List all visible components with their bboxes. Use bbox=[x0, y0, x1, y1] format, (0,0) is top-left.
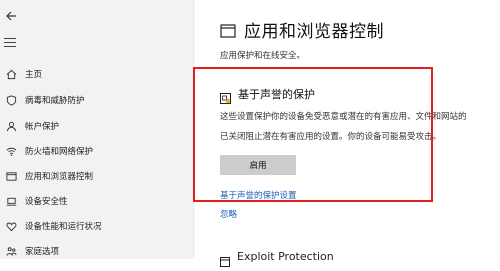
sidebar-item-app-browser-control[interactable]: 应用和浏览器控制 bbox=[0, 166, 195, 186]
shield-icon bbox=[4, 93, 18, 107]
heart-icon bbox=[4, 219, 18, 233]
page-title: 应用和浏览器控制 bbox=[244, 22, 384, 42]
exploit-protection-header: Exploit Protection bbox=[220, 250, 334, 267]
sidebar-item-family-options[interactable]: 家庭选项 bbox=[0, 241, 195, 261]
page-header: 应用和浏览器控制 bbox=[220, 17, 384, 42]
laptop-icon bbox=[4, 194, 18, 208]
sidebar-item-account-protection[interactable]: 帐户保护 bbox=[0, 116, 195, 136]
sidebar-item-firewall[interactable]: 防火墙和网络保护 bbox=[0, 141, 195, 161]
sidebar-item-device-security[interactable]: 设备安全性 bbox=[0, 191, 195, 211]
app-window-icon bbox=[220, 23, 236, 38]
app-window-icon bbox=[4, 169, 18, 183]
sidebar-item-label: 病毒和威胁防护 bbox=[25, 96, 85, 106]
exploit-protection-icon bbox=[220, 252, 230, 267]
sidebar-item-label: 主页 bbox=[25, 70, 43, 80]
person-icon bbox=[4, 119, 18, 133]
sidebar-item-label: 防火墙和网络保护 bbox=[25, 147, 94, 157]
sidebar-item-device-performance[interactable]: 设备性能和运行状况 bbox=[0, 216, 195, 236]
exploit-protection-title: Exploit Protection bbox=[237, 250, 334, 263]
menu-icon[interactable] bbox=[4, 38, 16, 48]
sidebar-item-label: 应用和浏览器控制 bbox=[25, 172, 94, 182]
highlight-annotation-box bbox=[193, 67, 433, 202]
sidebar-item-label: 设备安全性 bbox=[25, 197, 68, 207]
ignore-link[interactable]: 忽略 bbox=[220, 208, 237, 220]
wifi-icon bbox=[4, 144, 18, 158]
sidebar-item-home[interactable]: 主页 bbox=[0, 64, 195, 84]
home-icon bbox=[4, 67, 18, 81]
back-arrow-icon[interactable] bbox=[4, 8, 18, 22]
sidebar-item-virus-protection[interactable]: 病毒和威胁防护 bbox=[0, 90, 195, 110]
sidebar-item-label: 设备性能和运行状况 bbox=[25, 222, 102, 232]
family-icon bbox=[4, 244, 18, 258]
sidebar-item-label: 帐户保护 bbox=[25, 122, 60, 132]
sidebar-item-label: 家庭选项 bbox=[25, 247, 60, 257]
page-subtitle: 应用保护和在线安全。 bbox=[220, 51, 306, 61]
sidebar: 主页 病毒和威胁防护 帐户保护 防火墙和网络保护 应用和浏览器控制 设备安全性 bbox=[0, 0, 195, 259]
